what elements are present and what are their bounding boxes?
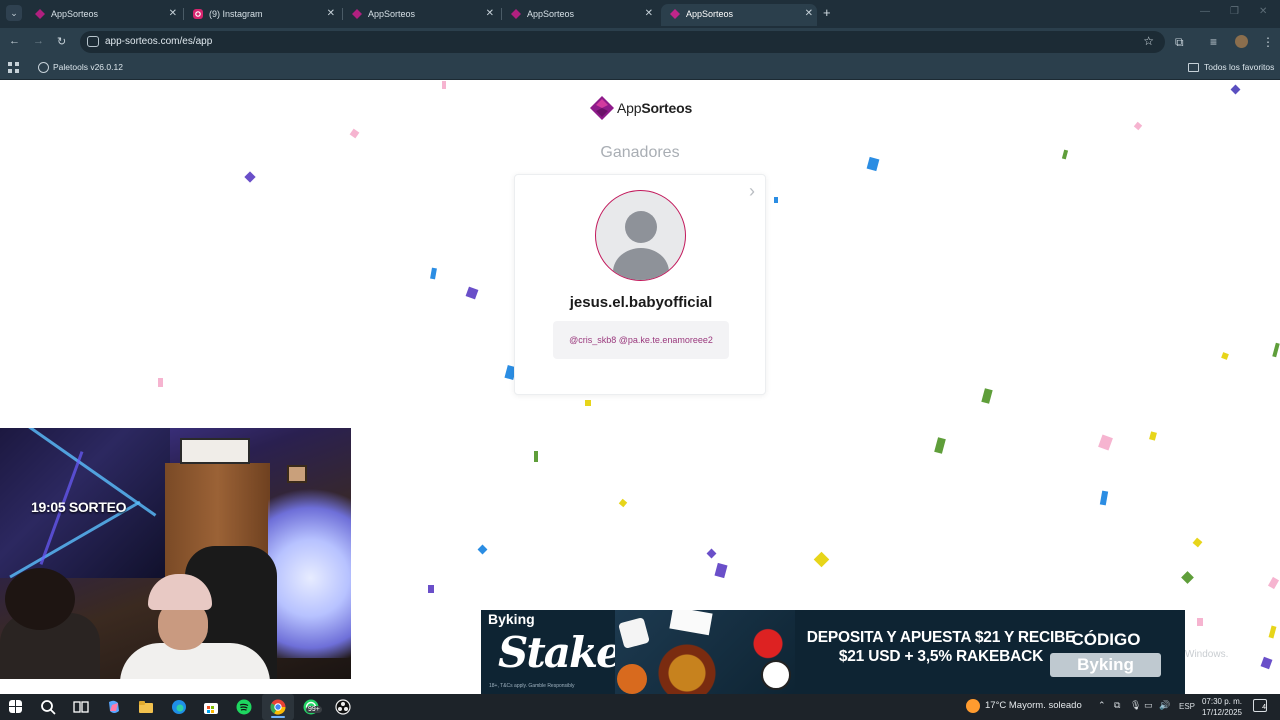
- bookmark-star-icon[interactable]: ☆: [1143, 34, 1154, 48]
- weather-sun-icon: [966, 699, 980, 713]
- bookmarks-bar: Paletools v26.0.12 Todos los favoritos: [0, 56, 1280, 80]
- windows-watermark: Windows.: [1185, 649, 1229, 660]
- notification-center-icon[interactable]: 4: [1253, 699, 1267, 712]
- volume-icon[interactable]: 🔊: [1159, 700, 1170, 711]
- banner-fine-print: 18+, T&Cs apply. Gamble Responsibly: [489, 683, 575, 689]
- logo-text: AppSorteos: [617, 100, 693, 116]
- minimize-icon[interactable]: —: [1200, 6, 1210, 17]
- browser-toolbar: ← → ↻ app-sorteos.com/es/app ☆ ⧉ ≡ ⋮: [0, 28, 1280, 56]
- chevron-right-icon[interactable]: ›: [749, 181, 755, 202]
- display-icon[interactable]: ⧉: [1114, 700, 1120, 711]
- apps-grid-icon[interactable]: [8, 62, 19, 73]
- banner-brand-tag: Byking: [488, 611, 535, 627]
- close-tab-icon[interactable]: ✕: [805, 4, 813, 24]
- tab-title: AppSorteos: [686, 9, 734, 19]
- avatar-head: [625, 211, 657, 243]
- appsorteos-icon: [35, 9, 45, 19]
- winners-heading: Ganadores: [600, 144, 680, 161]
- tab-title: AppSorteos: [527, 9, 575, 19]
- close-tab-icon[interactable]: ✕: [169, 4, 177, 24]
- chrome-icon[interactable]: [270, 699, 286, 715]
- language-indicator[interactable]: ESP: [1179, 702, 1195, 711]
- appsorteos-icon: [352, 9, 362, 19]
- tab-title: AppSorteos: [51, 9, 99, 19]
- url-text[interactable]: app-sorteos.com/es/app: [105, 36, 212, 47]
- whatsapp-badge: 99+: [306, 706, 322, 713]
- microsoft-store-icon[interactable]: [203, 699, 219, 715]
- obs-icon[interactable]: [335, 699, 351, 715]
- task-view-icon[interactable]: [73, 699, 89, 715]
- back-icon[interactable]: ←: [9, 35, 20, 47]
- tab-appsorteos-1[interactable]: AppSorteos ✕: [26, 4, 181, 26]
- winner-card: › jesus.el.babyofficial @cris_skb8 @pa.k…: [514, 174, 766, 395]
- file-explorer-icon[interactable]: [138, 699, 154, 715]
- webcam-overlay: 19:05 SORTEO: [0, 428, 351, 679]
- clock-date: 17/12/2025: [1201, 708, 1243, 717]
- copilot-icon[interactable]: [106, 699, 122, 715]
- forward-icon[interactable]: →: [33, 35, 44, 47]
- bookmark-paletools[interactable]: Paletools v26.0.12: [53, 62, 123, 72]
- webcam-overlay-text: 19:05 SORTEO: [31, 499, 127, 515]
- search-icon[interactable]: [40, 699, 56, 715]
- menu-icon[interactable]: ⋮: [1262, 35, 1274, 49]
- media-controls-icon[interactable]: ≡: [1210, 35, 1217, 49]
- weather-widget[interactable]: 17°C Mayorm. soleado: [985, 700, 1082, 711]
- basketball-icon: [617, 664, 647, 694]
- appsorteos-logo-icon: [590, 96, 614, 120]
- winner-username: jesus.el.babyofficial: [569, 294, 713, 311]
- address-bar[interactable]: app-sorteos.com/es/app ☆: [80, 31, 1165, 53]
- tab-instagram[interactable]: (9) Instagram ✕: [184, 4, 339, 26]
- close-window-icon[interactable]: ✕: [1259, 6, 1267, 17]
- winner-comment: @cris_skb8 @pa.ke.te.enamoreee2: [553, 321, 729, 359]
- soccer-ball-icon: [761, 660, 791, 690]
- reload-icon[interactable]: ↻: [57, 35, 66, 48]
- clock[interactable]: 07:30 p. m. 17/12/2025: [1196, 696, 1248, 718]
- appsorteos-icon: [670, 9, 680, 19]
- windows-start-icon[interactable]: [9, 700, 22, 713]
- site-info-icon[interactable]: [87, 36, 99, 47]
- tab-title: (9) Instagram: [209, 9, 263, 19]
- new-tab-button[interactable]: +: [823, 5, 831, 20]
- microphone-icon[interactable]: 🎙: [1130, 700, 1141, 711]
- tab-appsorteos-2[interactable]: AppSorteos ✕: [343, 4, 498, 26]
- tab-appsorteos-3[interactable]: AppSorteos ✕: [502, 4, 657, 26]
- instagram-icon: [193, 9, 203, 19]
- banner-code-label: CÓDIGO: [1071, 630, 1141, 649]
- tab-appsorteos-active[interactable]: AppSorteos ✕: [661, 4, 817, 26]
- appsorteos-icon: [511, 9, 521, 19]
- network-icon[interactable]: ▭: [1144, 700, 1153, 711]
- globe-icon: [38, 62, 49, 73]
- stake-logo: Stake: [498, 628, 623, 677]
- tab-search-button[interactable]: ⌄: [6, 5, 22, 21]
- spotify-icon[interactable]: [236, 699, 252, 715]
- banner-headline: DEPOSITA Y APUESTA $21 Y RECIBE $21 USD …: [806, 629, 1076, 665]
- tab-bar: ⌄ AppSorteos ✕ (9) Instagram ✕ AppSorteo…: [0, 0, 1280, 28]
- show-hidden-icons[interactable]: ⌃: [1098, 700, 1106, 711]
- avatar: [595, 190, 686, 281]
- all-bookmarks-button[interactable]: Todos los favoritos: [1204, 62, 1274, 72]
- close-tab-icon[interactable]: ✕: [486, 4, 494, 24]
- clock-time: 07:30 p. m.: [1201, 697, 1243, 706]
- extensions-icon[interactable]: ⧉: [1175, 35, 1184, 50]
- maximize-icon[interactable]: ❐: [1230, 6, 1239, 17]
- tab-title: AppSorteos: [368, 9, 416, 19]
- close-tab-icon[interactable]: ✕: [645, 4, 653, 24]
- stake-ad-banner[interactable]: Byking Stake 18+, T&Cs apply. Gamble Res…: [481, 610, 1185, 694]
- taskbar: 99+ 17°C Mayorm. soleado ⌃ ⧉ 🎙 ▭ 🔊 ESP 0…: [0, 694, 1280, 720]
- close-tab-icon[interactable]: ✕: [327, 4, 335, 24]
- banner-code: Byking: [1050, 653, 1161, 677]
- edge-icon[interactable]: [171, 699, 187, 715]
- profile-avatar[interactable]: [1235, 35, 1248, 48]
- avatar-body: [613, 248, 669, 280]
- folder-icon: [1188, 63, 1199, 72]
